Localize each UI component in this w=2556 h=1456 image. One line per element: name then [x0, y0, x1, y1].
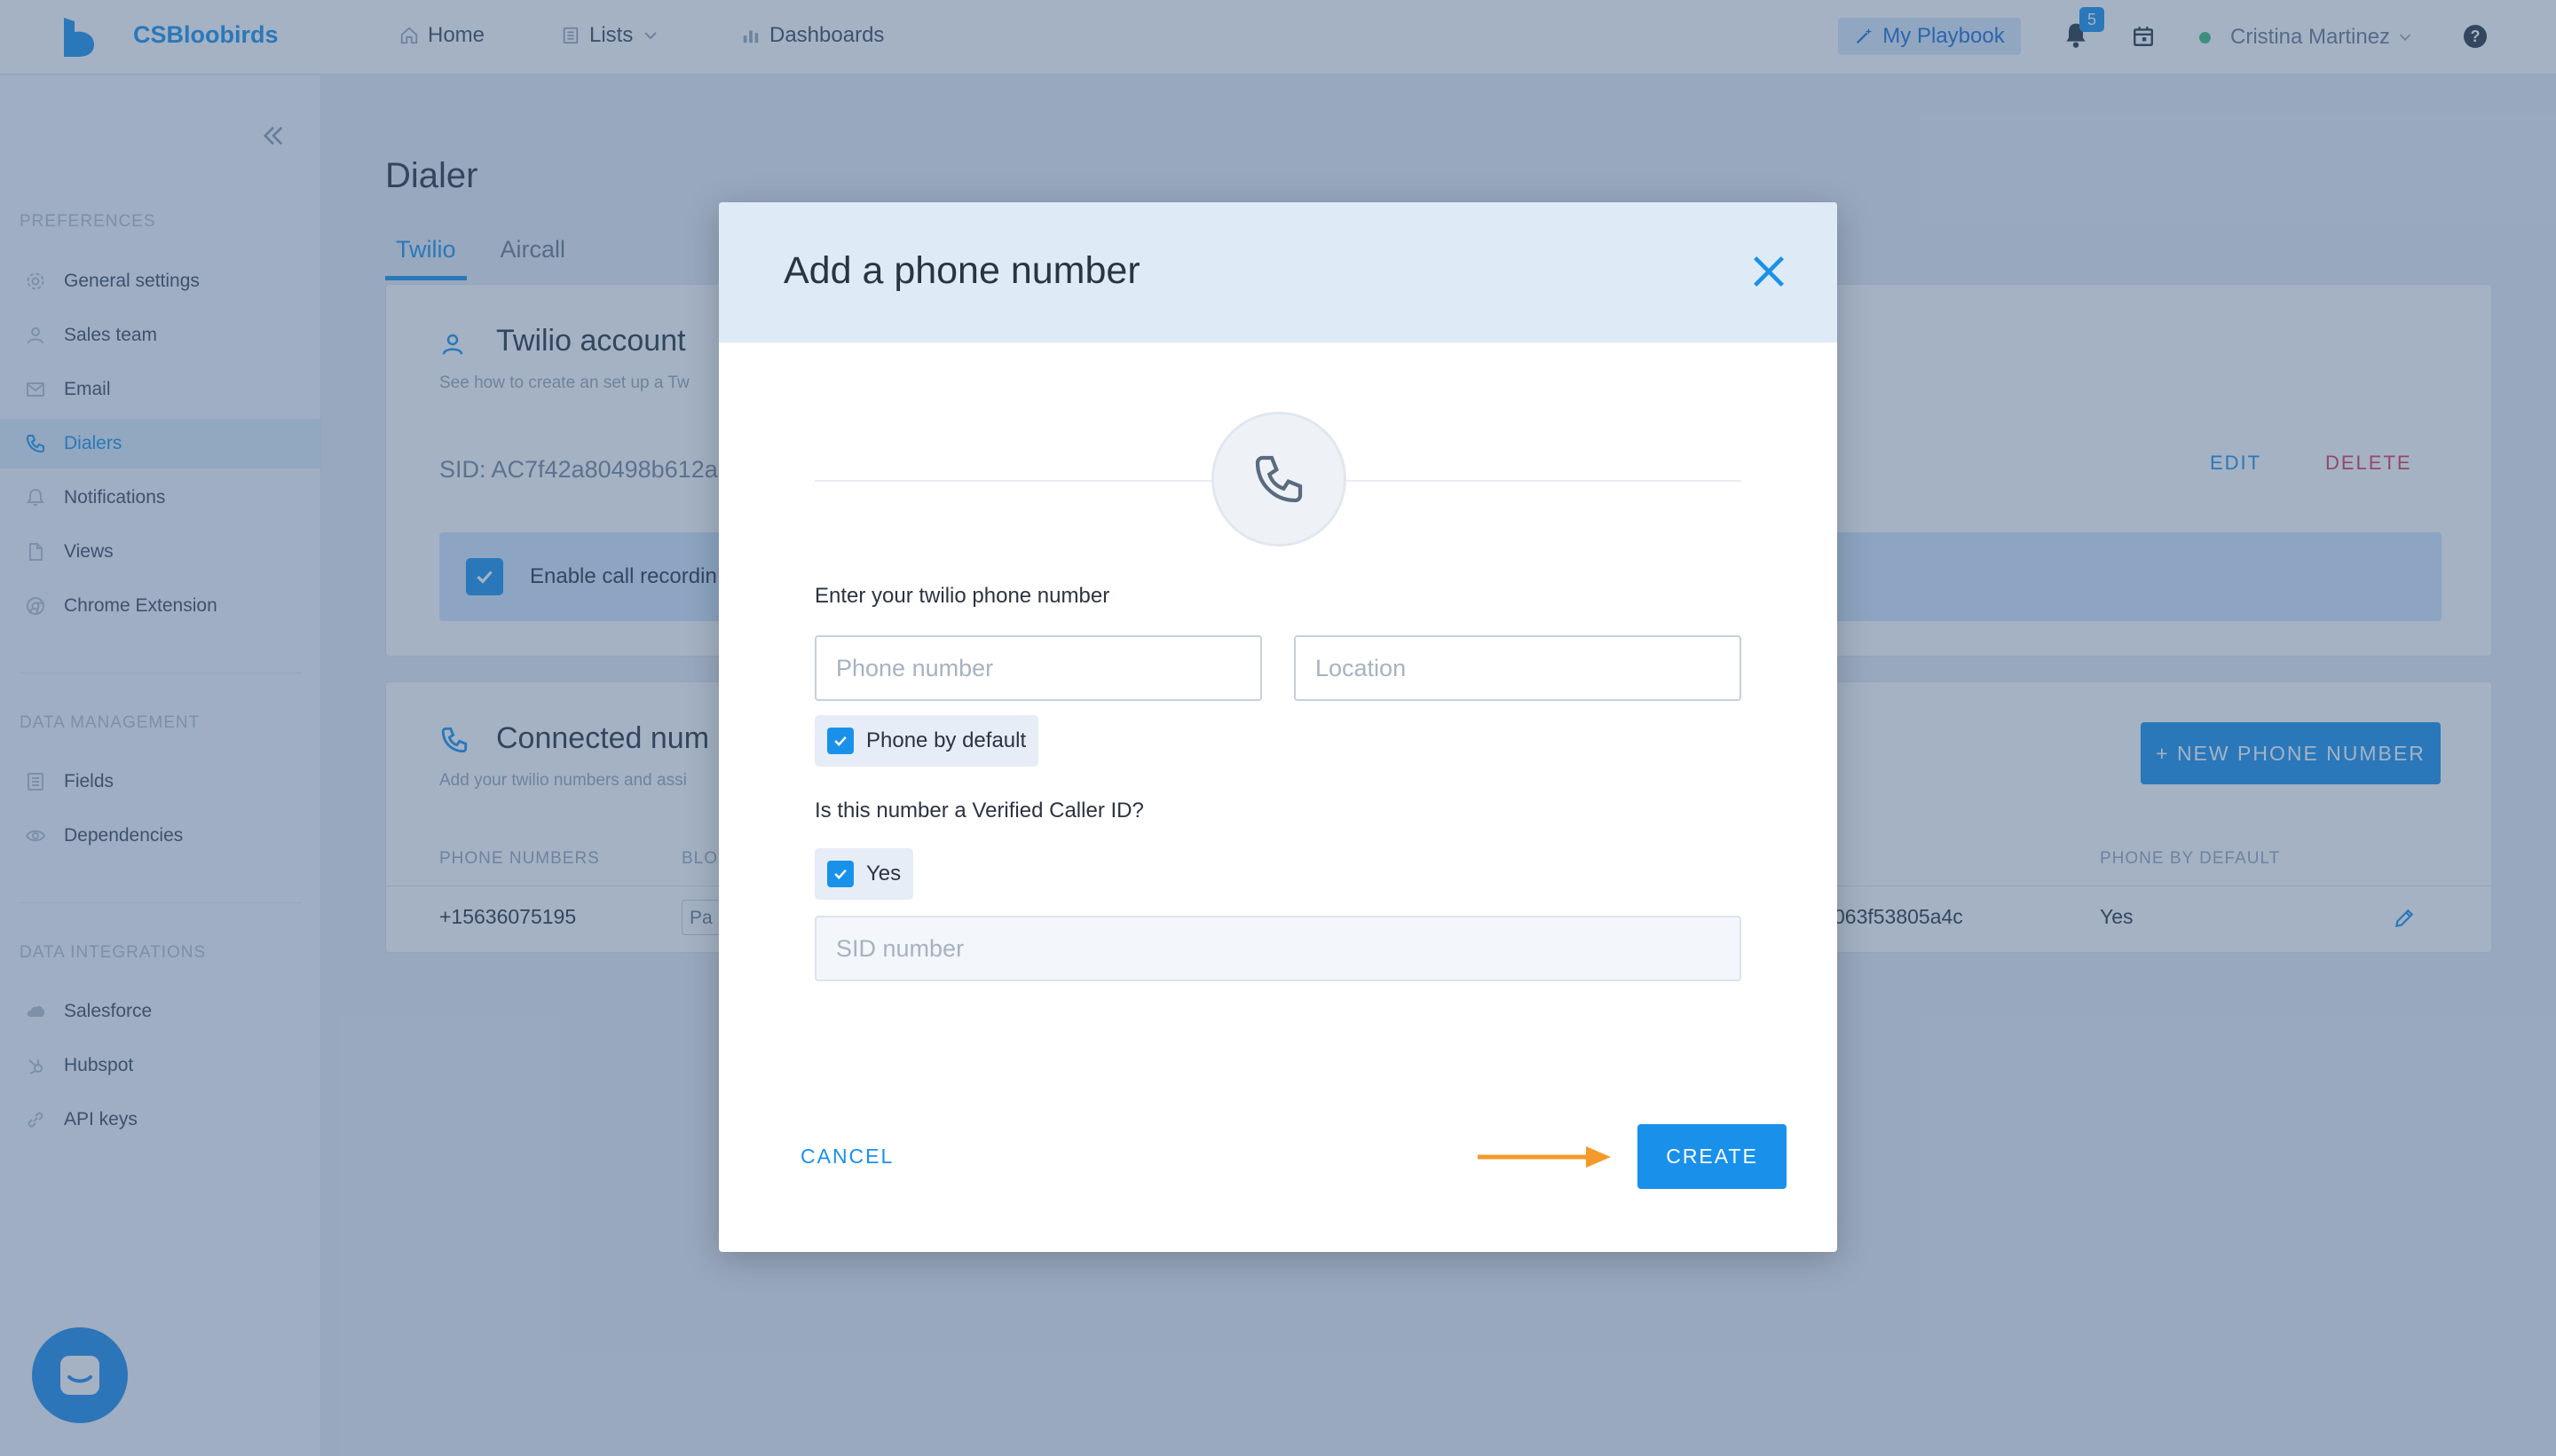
- verified-caller-label: Is this number a Verified Caller ID?: [815, 799, 1144, 822]
- check-icon: [834, 869, 847, 879]
- phone-icon: [1255, 455, 1303, 503]
- location-input[interactable]: [1294, 635, 1741, 701]
- phone-by-default-label: Phone by default: [866, 728, 1027, 752]
- close-icon[interactable]: [1748, 251, 1789, 292]
- verified-yes-checkbox[interactable]: Yes: [815, 848, 914, 900]
- sid-number-input[interactable]: [815, 916, 1741, 981]
- checkbox-checked: [827, 861, 854, 887]
- check-icon: [834, 736, 847, 746]
- modal-title: Add a phone number: [784, 249, 1140, 292]
- modal-header: Add a phone number: [719, 202, 1837, 342]
- phone-by-default-checkbox[interactable]: Phone by default: [815, 715, 1039, 767]
- create-button[interactable]: CREATE: [1637, 1124, 1787, 1189]
- add-phone-number-modal: Add a phone number Enter your twilio pho…: [719, 202, 1837, 1252]
- phone-illustration: [1211, 412, 1346, 547]
- verified-yes-label: Yes: [866, 862, 902, 885]
- cancel-button[interactable]: CANCEL: [801, 1145, 894, 1169]
- phone-number-label: Enter your twilio phone number: [815, 584, 1110, 608]
- checkbox-checked: [827, 728, 854, 754]
- phone-number-input[interactable]: [815, 635, 1262, 701]
- annotation-arrow-icon: [1478, 1146, 1611, 1168]
